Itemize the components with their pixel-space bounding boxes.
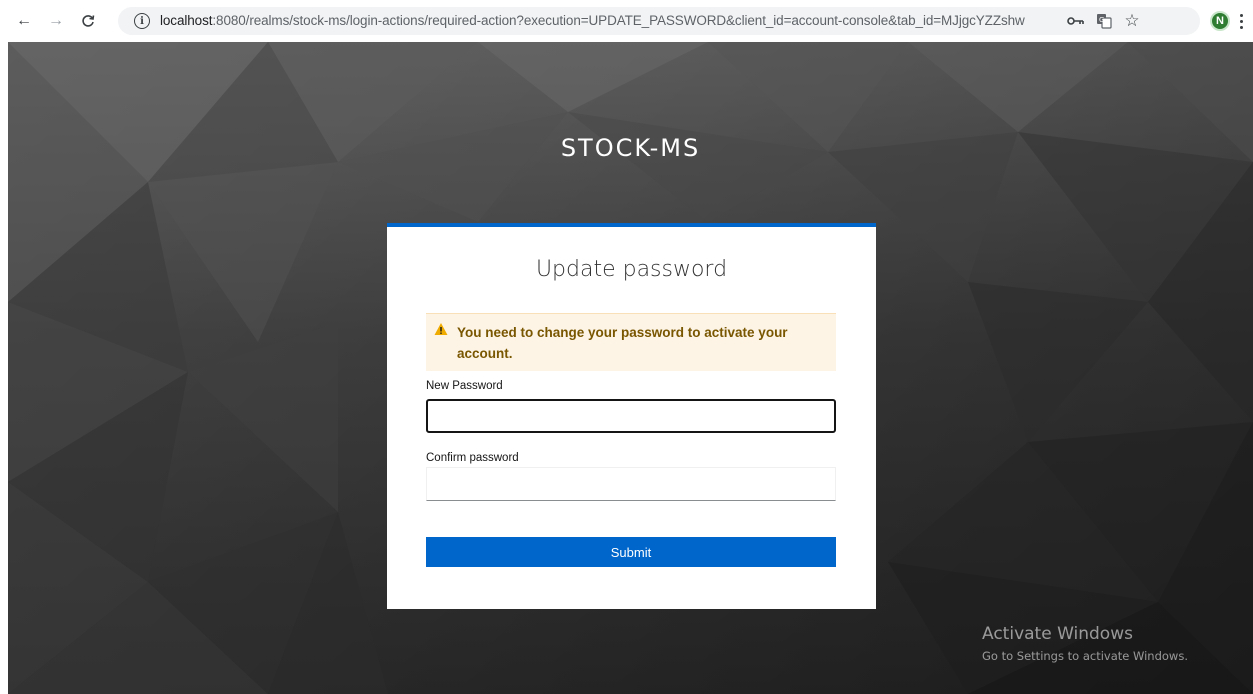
new-password-label: New Password xyxy=(426,380,503,392)
warning-triangle-icon xyxy=(434,323,448,335)
alert-message: You need to change your password to acti… xyxy=(457,325,788,361)
more-menu-icon[interactable] xyxy=(1234,11,1248,31)
key-glyph xyxy=(1067,17,1084,25)
realm-title: STOCK-MS xyxy=(560,134,701,162)
profile-initial: N xyxy=(1216,15,1224,27)
translate-icon[interactable]: G xyxy=(1094,11,1114,31)
svg-text:G: G xyxy=(1099,16,1104,24)
watermark-subtitle: Go to Settings to activate Windows. xyxy=(982,649,1188,663)
url-path: :8080/realms/stock-ms/login-actions/requ… xyxy=(212,13,1025,28)
back-arrow-icon[interactable]: ← xyxy=(12,9,36,33)
login-page: STOCK-MS Update password You need to cha… xyxy=(8,42,1253,694)
key-icon[interactable] xyxy=(1066,11,1086,31)
watermark-title: Activate Windows xyxy=(982,624,1133,644)
translate-glyph: G xyxy=(1097,14,1112,29)
confirm-password-input[interactable] xyxy=(426,467,836,501)
login-card: Update password You need to change your … xyxy=(387,223,876,609)
url-host: localhost xyxy=(160,13,213,28)
submit-button[interactable]: Submit xyxy=(426,537,836,567)
reload-icon[interactable] xyxy=(76,9,100,33)
bookmark-star-icon[interactable]: ☆ xyxy=(1122,11,1142,31)
forward-arrow-icon[interactable]: → xyxy=(44,9,68,33)
reload-glyph xyxy=(82,15,95,27)
warning-alert: You need to change your password to acti… xyxy=(426,313,836,371)
profile-avatar[interactable]: N xyxy=(1210,11,1230,31)
address-bar[interactable]: i localhost:8080/realms/stock-ms/login-a… xyxy=(118,7,1200,35)
new-password-input[interactable] xyxy=(426,399,836,433)
confirm-password-label: Confirm password xyxy=(426,452,519,464)
windows-activation-watermark: Activate Windows Go to Settings to activ… xyxy=(982,624,1188,663)
site-info-icon[interactable]: i xyxy=(134,13,150,29)
url-text[interactable]: localhost:8080/realms/stock-ms/login-act… xyxy=(160,13,1025,28)
browser-toolbar: ← → i localhost:8080/realms/stock-ms/log… xyxy=(0,0,1253,42)
card-title: Update password xyxy=(535,257,728,282)
